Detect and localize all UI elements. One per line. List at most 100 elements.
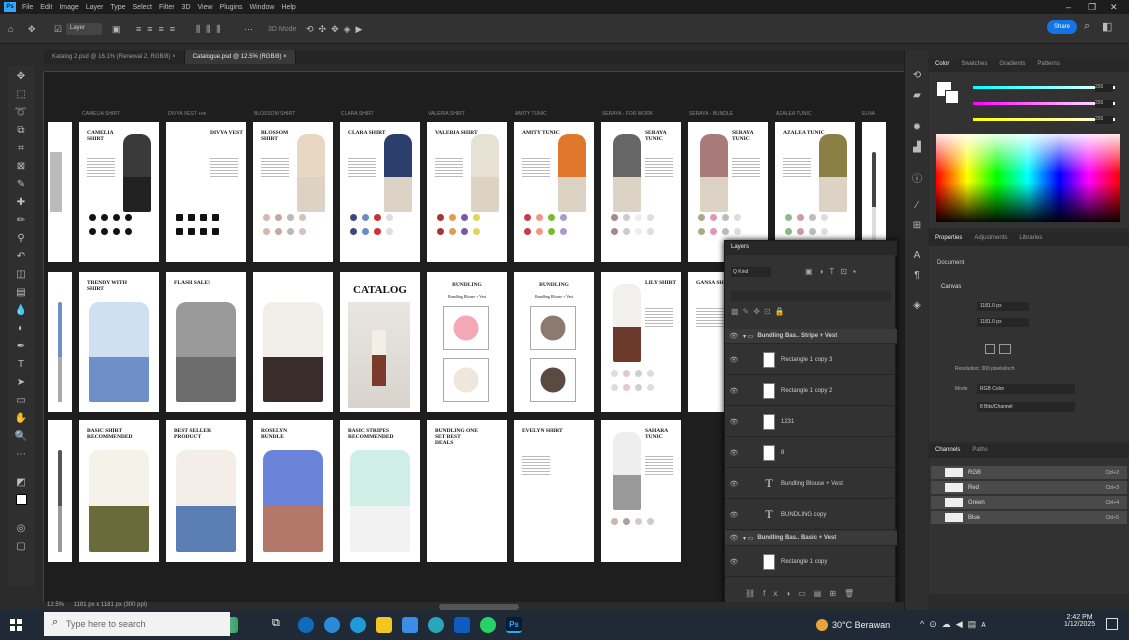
artboard-title[interactable]: AMITY TUNIC [515,111,547,117]
green-value[interactable]: 255 [1095,100,1113,108]
visibility-eye-icon[interactable]: 👁 [725,356,743,364]
tab-gradients[interactable]: Gradients [993,58,1031,72]
layer-group-row[interactable]: 👁 ▾ ▭ Bundling Bas.. Basic + Vest [725,531,897,546]
artboard-title[interactable]: SERAYA - FOR WORK [602,111,653,117]
folder-icon[interactable]: ▾ ▭ [743,333,753,340]
clock[interactable]: 2:42 PM 1/12/2025 [1064,614,1095,628]
artboard-card[interactable]: TRENDY WITH SHIRT [79,272,159,412]
tab-katalog[interactable]: Katalog 2.psd @ 16.1% (Renewal 2, RGB/8)… [44,50,185,64]
lasso-tool-icon[interactable]: ➰ [13,106,29,120]
workspace-icon[interactable]: ◧ [1102,20,1112,33]
weather-text[interactable]: 30°C Berawan [832,620,890,630]
layer-name[interactable]: 1231 [781,419,794,425]
mode-select[interactable]: RGB Color [977,384,1075,394]
layer-name[interactable]: Rectangle 1 copy [781,559,827,565]
move-tool-icon[interactable]: ✥ [13,70,29,84]
frame-tool-icon[interactable]: ⊠ [13,160,29,174]
artboard-title[interactable]: VALERIA SHIRT [428,111,465,117]
layer-select[interactable]: Layer [66,23,102,35]
menu-item-image[interactable]: Image [59,4,78,11]
tab-properties[interactable]: Properties [929,232,968,246]
artboard-card[interactable]: CAMELIA SHIRT [79,122,159,262]
artboard-card[interactable] [253,272,333,412]
search-icon[interactable]: ⌕ [1084,20,1090,33]
artboard-partial[interactable] [48,122,72,262]
visibility-eye-icon[interactable]: 👁 [725,511,743,519]
crop-tool-icon[interactable]: ⌗ [13,142,29,156]
artboard-title[interactable]: AZALEA TUNIC [776,111,811,117]
artboard-card[interactable]: LILY SHIRT [601,272,681,412]
start-icon[interactable] [10,619,22,631]
pen-tool-icon[interactable]: ✒ [13,340,29,354]
artboard-card[interactable]: SAHARA TUNIC [601,420,681,562]
photoshop-taskbar-icon[interactable]: Ps [506,617,522,633]
layer-row[interactable]: 👁 1231 [725,407,897,437]
menu-item-help[interactable]: Help [281,4,295,11]
layers-icon[interactable]: ◈ [910,300,924,314]
eyedropper-icon[interactable]: ✎ [13,178,29,192]
menu-item-edit[interactable]: Edit [40,4,52,11]
channel-row[interactable]: Blue Ctrl+5 [931,511,1127,524]
red-value[interactable]: 255 [1095,84,1113,92]
blend-mode-row[interactable] [731,291,891,301]
file-explorer-icon[interactable] [376,617,392,633]
channel-row[interactable]: RGB Ctrl+2 [931,466,1127,479]
history-icon[interactable]: ⟲ [910,70,924,84]
artboard-card[interactable]: BEST SELLER PRODUCT [166,420,246,562]
artboard-title[interactable]: CLARA SHIRT [341,111,374,117]
menu-item-layer[interactable]: Layer [86,4,104,11]
maximize-icon[interactable]: ❐ [1088,2,1096,13]
minimize-icon[interactable]: – [1066,2,1071,12]
layer-row[interactable]: 👁 Rectangle 1 copy [725,547,897,577]
distribute-buttons[interactable]: ⫼⫼⫼ [196,22,226,36]
artboard-card[interactable] [48,420,72,562]
tab-channels[interactable]: Channels [929,444,966,458]
comments-icon[interactable]: ▰ [910,90,924,104]
screen-mode-icon[interactable]: ▢ [13,540,29,554]
artboard-card[interactable]: SERAYA TUNIC [601,122,681,262]
home-icon[interactable]: ⌂ [8,22,13,36]
more-tools-icon[interactable]: ⋯ [13,448,29,462]
bits-select[interactable]: 8 Bits/Channel [977,402,1075,412]
menu-item-filter[interactable]: Filter [159,4,175,11]
tab-catalogue[interactable]: Catalogue.psd @ 12.5% (RGB/8) × [184,50,296,64]
tab-libraries[interactable]: Libraries [1013,232,1048,246]
dodge-tool-icon[interactable]: ◐ [13,322,29,336]
levels-icon[interactable]: ▟ [910,142,924,156]
artboard-title[interactable]: CAMELIA SHIRT [82,111,120,117]
whatsapp-icon[interactable] [480,617,496,633]
color-spectrum[interactable] [936,134,1120,222]
layer-name[interactable]: Bundling Bas.. Stripe + Vest [757,333,837,339]
menu-item-view[interactable]: View [198,4,213,11]
artboard-card[interactable]: CATALOG [340,272,420,412]
landscape-icon[interactable] [999,344,1011,354]
width-field[interactable]: 1181.0 px [977,302,1029,311]
rectangle-tool-icon[interactable]: ▭ [13,394,29,408]
artboard-card[interactable]: BASIC STRIPES RECOMMENDED [340,420,420,562]
layer-name[interactable]: BUNDLING copy [781,512,826,518]
artboard-card[interactable]: FLASH SALE! [166,272,246,412]
stamp-tool-icon[interactable]: ⚲ [13,232,29,246]
artboard-card[interactable]: VALERIA SHIRT [427,122,507,262]
align-buttons[interactable]: ≡≡≡≡ [136,22,181,36]
artboard-title[interactable]: BLOSSOM SHIRT [254,111,295,117]
channel-row[interactable]: Green Ctrl+4 [931,496,1127,509]
task-view-icon[interactable]: ⧉ [272,617,288,633]
filter-icons[interactable]: ▣◑T⊡▪ [805,267,862,276]
visibility-eye-icon[interactable]: 👁 [725,332,743,340]
layer-group-row[interactable]: 👁 ▾ ▭ Bundling Bas.. Stripe + Vest [725,329,897,344]
ai-icon[interactable]: A [910,250,924,264]
layer-row[interactable]: 👁 T Bundling Blouse + Vest [725,469,897,499]
layer-row[interactable]: 👁 8 [725,438,897,468]
channel-row[interactable]: Red Ctrl+3 [931,481,1127,494]
chrome-2-icon[interactable] [428,617,444,633]
blue-value[interactable]: 255 [1095,116,1113,124]
artboard-card[interactable]: BUNDLING Bundling Blouse + Vest [427,272,507,412]
notification-icon[interactable] [1106,618,1118,630]
layer-name[interactable]: Bundling Blouse + Vest [781,481,843,487]
layer-name[interactable]: Rectangle 1 copy 2 [781,388,832,394]
store-icon[interactable] [402,617,418,633]
info-icon[interactable]: ⓘ [910,170,924,185]
taskbar-search-input[interactable]: Type here to search [44,612,230,636]
artboard-card[interactable]: CLARA SHIRT [340,122,420,262]
